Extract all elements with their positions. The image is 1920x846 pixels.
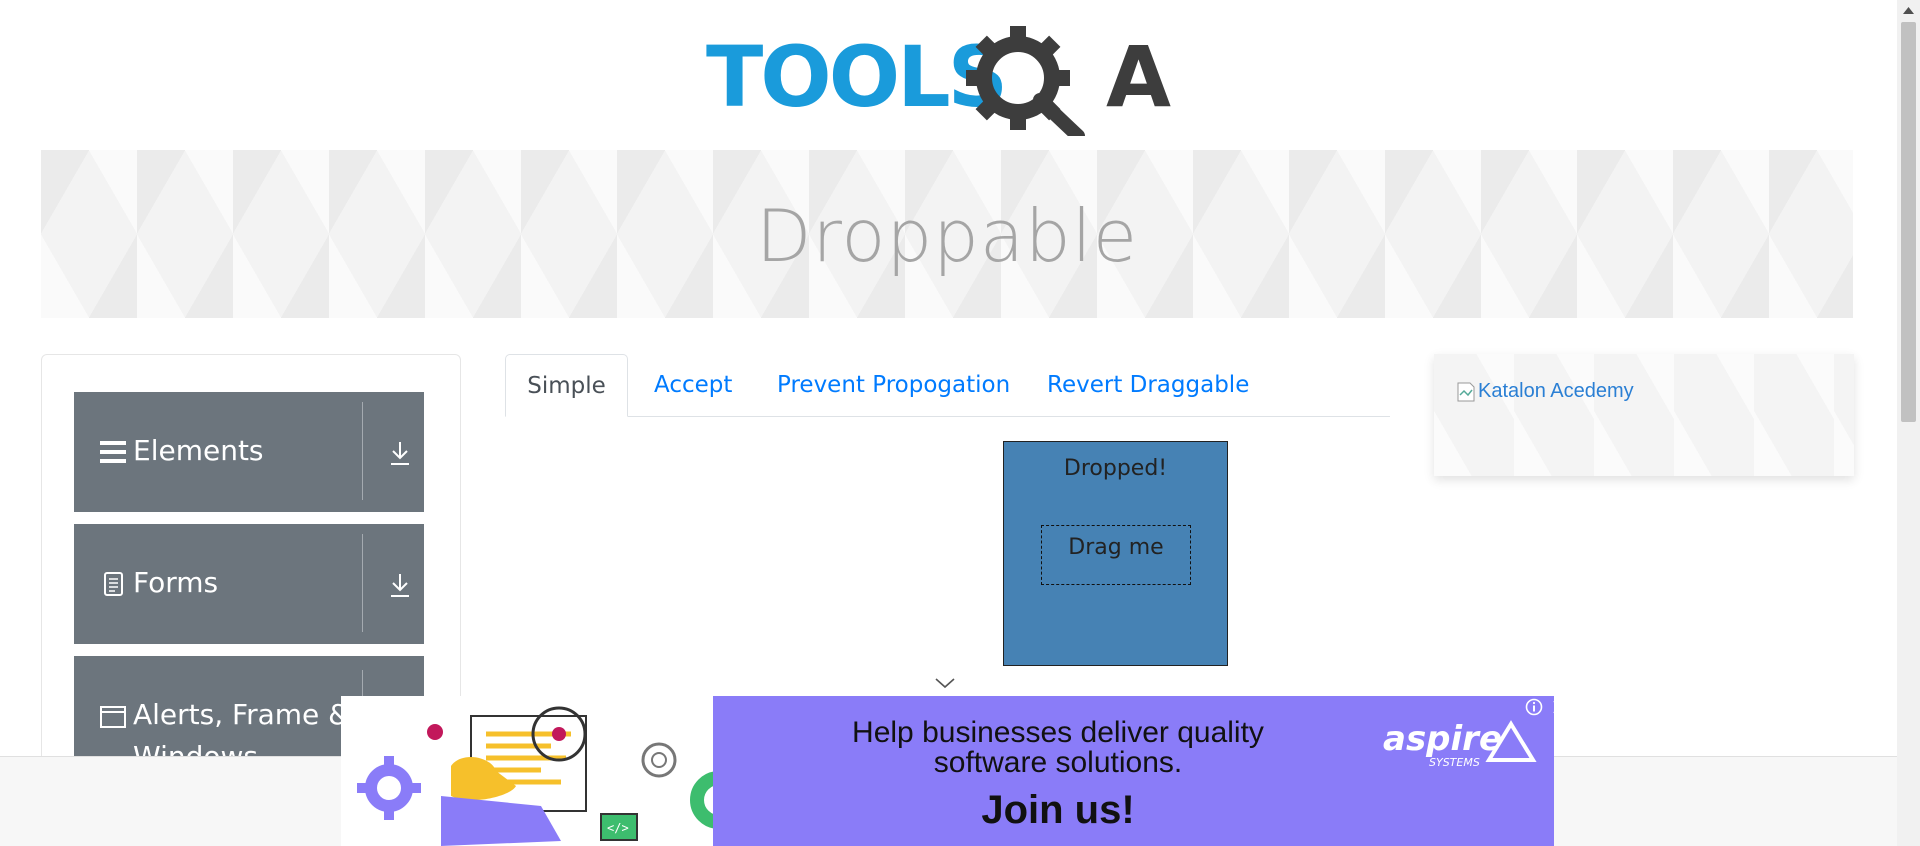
hamburger-icon: [100, 441, 126, 463]
draggable-box[interactable]: Drag me: [1041, 525, 1191, 585]
droppable-box[interactable]: Dropped! Drag me: [1003, 441, 1228, 666]
katalon-ad-link[interactable]: Katalon Acedemy: [1456, 380, 1634, 403]
broken-image-icon: [1457, 382, 1475, 401]
gear-green-icon: [690, 771, 714, 829]
divider: [362, 402, 363, 500]
ad-headline-line1: Help businesses deliver quality: [852, 716, 1264, 749]
tab-revert-draggable[interactable]: Revert Draggable: [1047, 354, 1249, 417]
sidebar-group-label: Alerts, Frame &: [133, 698, 351, 731]
aspire-ad-banner[interactable]: </> Help businesses deliver quality soft…: [341, 696, 1554, 846]
gear-outline-icon: [641, 742, 677, 778]
ad-close-icon[interactable]: [1551, 698, 1554, 716]
tab-prevent-propogation[interactable]: Prevent Propogation: [777, 354, 1010, 417]
sidebar-group-label: Elements: [133, 434, 264, 467]
tab-simple[interactable]: Simple: [505, 354, 628, 417]
bug-icon: [427, 724, 443, 740]
aspire-logo: aspire SYSTEMS: [1383, 719, 1537, 769]
sidebar-group-forms[interactable]: Forms: [74, 524, 424, 644]
tab-accept[interactable]: Accept: [654, 354, 732, 417]
drop-status-text: Dropped!: [1063, 456, 1168, 481]
download-icon: [391, 442, 409, 465]
scroll-up-arrow-icon[interactable]: [1903, 6, 1914, 14]
page-title: Droppable: [755, 194, 1139, 278]
document-icon: [104, 572, 123, 596]
ad-headline: Help businesses deliver quality software…: [713, 718, 1403, 778]
gear-icon: [357, 756, 421, 820]
window-icon: [100, 706, 126, 728]
logo-text-a: A: [1106, 28, 1171, 126]
bug-icon: [552, 727, 566, 741]
scrollbar-thumb[interactable]: [1901, 22, 1916, 422]
katalon-ad-alt-text: Katalon Acedemy: [1478, 380, 1634, 402]
ad-cta[interactable]: Join us!: [713, 788, 1403, 833]
svg-text:</>: </>: [607, 821, 629, 835]
katalon-ad[interactable]: Katalon Acedemy: [1434, 354, 1854, 476]
aspire-logo-text: aspire: [1383, 719, 1502, 759]
ad-info-icon[interactable]: [1525, 698, 1543, 716]
aspire-logo-subtext: SYSTEMS: [1429, 756, 1480, 769]
ad-illustration: </>: [341, 696, 714, 846]
logo-text-tools: TOOLS: [706, 28, 1005, 126]
sidebar-group-label: Forms: [133, 566, 219, 599]
vertical-scrollbar[interactable]: [1897, 0, 1920, 846]
sidebar-group-elements[interactable]: Elements: [74, 392, 424, 512]
download-icon: [391, 574, 409, 597]
toolsqa-logo[interactable]: TOOLS A: [706, 20, 1192, 136]
divider: [362, 534, 363, 632]
chevron-down-icon[interactable]: [934, 676, 956, 690]
ad-purple-panel[interactable]: Help businesses deliver quality software…: [713, 696, 1554, 846]
tab-bar: Simple Accept Prevent Propogation Revert…: [505, 354, 1390, 417]
ad-headline-line2: software solutions.: [933, 746, 1183, 779]
page-banner: Droppable: [41, 150, 1853, 318]
